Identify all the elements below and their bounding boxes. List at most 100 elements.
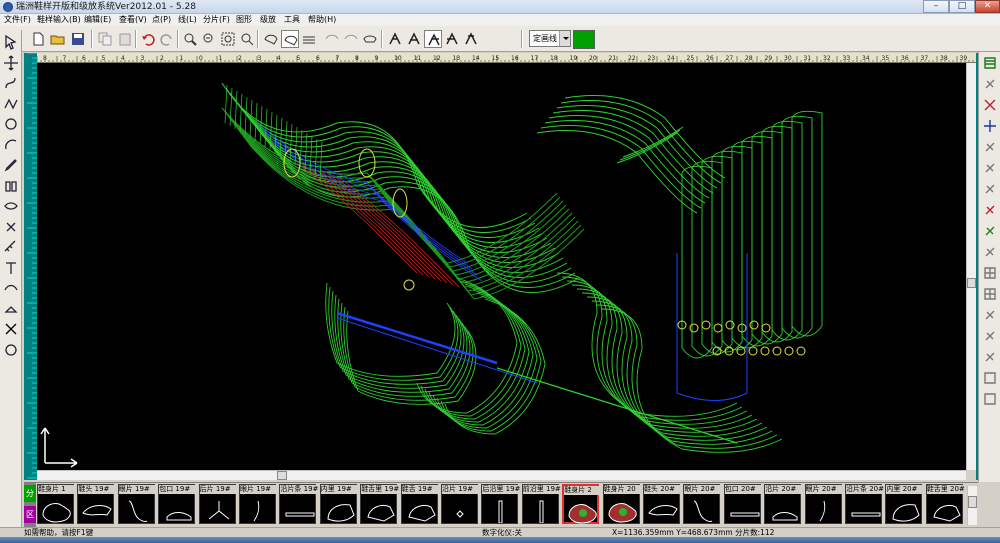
piece-item[interactable]: 鞋身片 20 <box>602 484 642 524</box>
menu-view[interactable]: 查看(V) <box>119 14 147 26</box>
check-tool-button[interactable] <box>981 222 999 240</box>
star2-tool-button[interactable] <box>981 159 999 177</box>
circle-tool-button[interactable] <box>2 115 20 133</box>
select-arrow-tool-button[interactable] <box>2 33 20 51</box>
zoom-out-button[interactable] <box>200 30 218 48</box>
arc-tool-button[interactable] <box>2 136 20 154</box>
piece-item[interactable]: 眼片 20# <box>804 484 844 524</box>
shoe-last-4-button[interactable] <box>323 30 341 48</box>
grid-tool-button[interactable] <box>981 264 999 282</box>
arrows-tool-button[interactable] <box>981 348 999 366</box>
move-cross-tool-button[interactable] <box>2 54 20 72</box>
undo-button[interactable] <box>139 30 157 48</box>
minimize-button[interactable]: – <box>923 0 949 13</box>
piece-tool-5-button[interactable] <box>462 30 480 48</box>
mirror-tool-button[interactable] <box>2 177 20 195</box>
zoom-window-button[interactable] <box>219 30 237 48</box>
link-tool-button[interactable] <box>981 243 999 261</box>
paste-button[interactable] <box>116 30 134 48</box>
menu-file[interactable]: 文件(F) <box>4 14 31 26</box>
piece-tool-1-button[interactable] <box>386 30 404 48</box>
save-file-button[interactable] <box>69 30 87 48</box>
redo-button[interactable] <box>158 30 176 48</box>
erase-tool-button[interactable] <box>2 300 20 318</box>
shoe-last-2-button[interactable] <box>281 30 299 48</box>
box-tool-button[interactable] <box>981 369 999 387</box>
curve-tool-button[interactable] <box>2 74 20 92</box>
menu-shoe-input[interactable]: 鞋样输入(B) <box>37 14 81 26</box>
piece-tool-4-button[interactable] <box>443 30 461 48</box>
menu-pieces[interactable]: 分片(F) <box>203 14 230 26</box>
shoe-last-5-button[interactable] <box>342 30 360 48</box>
piece-item[interactable]: 鞋舌里 19# <box>360 484 400 524</box>
piece-item[interactable]: 前沿里 19# <box>521 484 561 524</box>
piece-item[interactable]: 鞋头 19# <box>77 484 117 524</box>
piece-item[interactable]: 沿片 20# <box>764 484 804 524</box>
pieces-scrollbar[interactable] <box>967 486 977 525</box>
menu-grading[interactable]: 级放 <box>260 14 276 26</box>
piece-item[interactable]: 后片 19# <box>198 484 238 524</box>
piece-item[interactable]: 鞋舌里 20# <box>925 484 965 524</box>
digitize-tool-button[interactable] <box>2 341 20 359</box>
copy-button[interactable] <box>96 30 114 48</box>
plus-tool-button[interactable] <box>981 117 999 135</box>
open-file-button[interactable] <box>49 30 67 48</box>
piece-item[interactable]: 包口 19# <box>158 484 198 524</box>
drawing-canvas[interactable] <box>37 63 966 470</box>
piece-item[interactable]: 沿片条 19# <box>279 484 319 524</box>
menu-tools[interactable]: 工具 <box>284 14 300 26</box>
zigzag-tool-button[interactable] <box>2 95 20 113</box>
scroll-thumb[interactable] <box>967 278 976 288</box>
zoom-all-button[interactable] <box>238 30 256 48</box>
pen-tool-button[interactable] <box>2 156 20 174</box>
shoe-last-6-button[interactable] <box>361 30 379 48</box>
piece-item[interactable]: 沿片条 20# <box>845 484 884 524</box>
box2-tool-button[interactable] <box>981 390 999 408</box>
new-file-button[interactable] <box>29 30 47 48</box>
brush-tool-button[interactable] <box>981 75 999 93</box>
scroll-thumb[interactable] <box>277 471 287 480</box>
piece-item[interactable]: 眼片 20# <box>683 484 723 524</box>
arrow-tool-button[interactable] <box>981 327 999 345</box>
piece-item[interactable]: 鞋头 20# <box>643 484 682 524</box>
piece-item[interactable]: 内里 19# <box>319 484 359 524</box>
horizontal-scrollbar[interactable] <box>37 470 966 480</box>
delete-tool-button[interactable] <box>2 320 20 338</box>
piece-item[interactable]: 内里 20# <box>885 484 925 524</box>
piece-item[interactable]: 后沿里 19# <box>481 484 521 524</box>
scroll-thumb[interactable] <box>968 496 977 508</box>
line-type-select[interactable]: 定画线 <box>529 30 571 47</box>
line-color-button[interactable] <box>573 30 595 49</box>
piece-item[interactable]: 鞋身片 1 <box>37 484 76 524</box>
vertical-scrollbar[interactable] <box>966 63 976 470</box>
trace-tool-button[interactable] <box>2 279 20 297</box>
tab-pieces[interactable]: 分片 <box>24 485 36 515</box>
star-tool-button[interactable] <box>981 138 999 156</box>
menu-help[interactable]: 帮助(H) <box>308 14 336 26</box>
piece-item[interactable]: 包口 20# <box>723 484 763 524</box>
menu-point[interactable]: 点(P) <box>152 14 171 26</box>
piece-item[interactable]: 眼片 19# <box>239 484 278 524</box>
maximize-button[interactable]: □ <box>949 0 975 13</box>
piece-item[interactable]: 鞋舌 19# <box>400 484 440 524</box>
piece-item[interactable]: 眼片 19# <box>117 484 157 524</box>
close-button[interactable]: ✕ <box>975 0 1000 13</box>
piece-item[interactable]: 鞋身片 2 <box>562 484 603 524</box>
piece-tool-3-button[interactable] <box>424 30 442 48</box>
text-tool-button[interactable] <box>2 259 20 277</box>
menu-line[interactable]: 线(L) <box>178 14 197 26</box>
grid2-tool-button[interactable] <box>981 285 999 303</box>
piece-tool-2-button[interactable] <box>405 30 423 48</box>
menu-graphics[interactable]: 图形 <box>236 14 252 26</box>
shoe-last-3-button[interactable] <box>300 30 318 48</box>
red-cross-tool-button[interactable] <box>981 96 999 114</box>
chain-tool-button[interactable] <box>981 201 999 219</box>
layers-tool-button[interactable] <box>981 54 999 72</box>
blank-tool-button[interactable] <box>981 306 999 324</box>
spark-tool-button[interactable] <box>981 180 999 198</box>
menu-edit[interactable]: 编辑(E) <box>84 14 111 26</box>
shoe-last-1-button[interactable] <box>262 30 280 48</box>
cut-tool-button[interactable] <box>2 218 20 236</box>
tab-area[interactable]: 区 <box>24 506 36 523</box>
eye-tool-button[interactable] <box>2 197 20 215</box>
